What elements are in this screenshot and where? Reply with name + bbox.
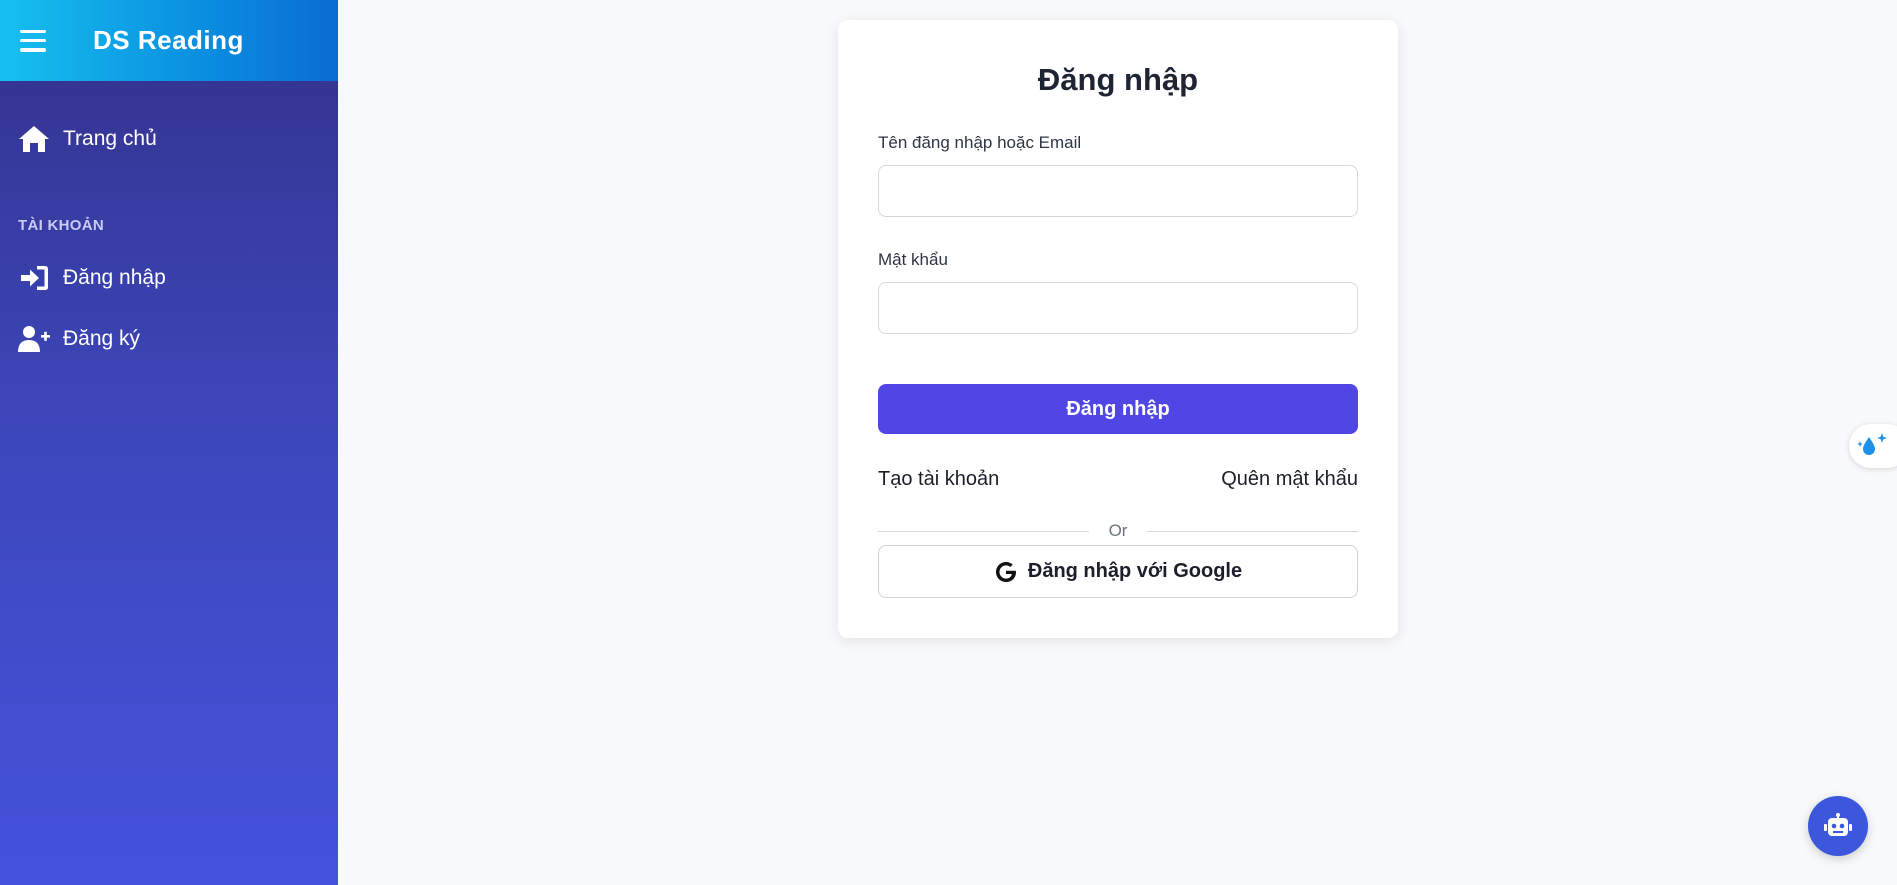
menu-icon[interactable] [20,29,46,52]
chatbot-button[interactable] [1808,796,1868,856]
user-plus-icon [18,326,50,352]
google-login-button[interactable]: Đăng nhập với Google [878,545,1358,598]
section-title: TÀI KHOẢN [18,217,105,234]
login-card: Đăng nhập Tên đăng nhập hoặc Email Mật k… [838,20,1398,638]
home-icon [19,126,49,152]
forgot-password-link[interactable]: Quên mật khẩu [1221,468,1358,491]
sidebar-item-label: Trang chủ [63,127,157,150]
google-login-label: Đăng nhập với Google [1027,560,1243,582]
sidebar: DS Reading Trang chủ TÀI KHOẢN Đăng nhập… [0,0,338,885]
username-label: Tên đăng nhập hoặc Email [878,133,1082,152]
or-text: Or [1108,521,1128,540]
robot-icon [1824,813,1852,836]
sidebar-item-login[interactable]: Đăng nhập [18,263,166,293]
password-input[interactable] [878,282,1358,334]
username-input[interactable] [878,165,1358,217]
page-title: Đăng nhập [1037,62,1199,97]
login-button[interactable]: Đăng nhập [878,384,1358,434]
or-divider: Or [878,521,1359,541]
brand-title[interactable]: DS Reading [93,25,244,56]
sidebar-item-label: Đăng ký [63,327,141,350]
sidebar-item-home[interactable]: Trang chủ [18,124,157,154]
sidebar-item-register[interactable]: Đăng ký [18,324,140,354]
sign-in-icon [21,266,48,290]
password-label: Mật khẩu [878,250,948,269]
sidebar-item-label: Đăng nhập [63,266,166,289]
sparkle-drop-icon [1857,433,1887,455]
floating-widget[interactable] [1849,424,1897,468]
sidebar-header: DS Reading [0,0,338,81]
google-icon [995,561,1016,582]
create-account-link[interactable]: Tạo tài khoản [878,468,999,491]
